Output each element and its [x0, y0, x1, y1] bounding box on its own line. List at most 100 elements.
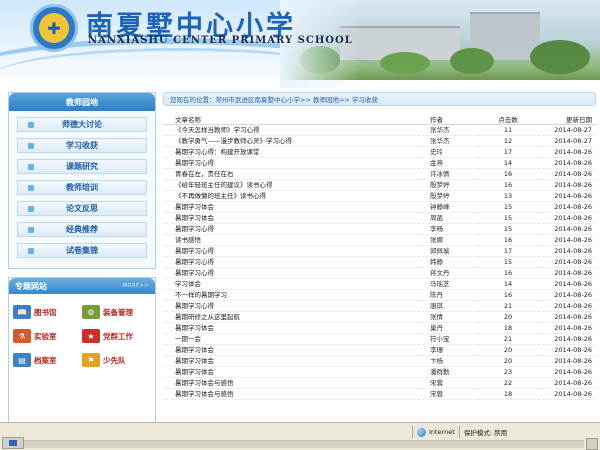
link-archive[interactable]: ▤ 档案室 [13, 352, 82, 368]
article-date: 2014-08-26 [538, 157, 596, 169]
table-row[interactable]: 《今天怎样当教师》学习心得 张华杰 11 2014-08-27 [163, 124, 596, 136]
article-views: 16 [478, 267, 538, 279]
table-row[interactable]: 暑期学习体会 钟静峰 15 2014-08-26 [163, 201, 596, 213]
sidebar-item-classics[interactable]: 经典推荐 [17, 222, 147, 237]
table-row[interactable]: 暑期学习体会与感悟 宋蓉 18 2014-08-26 [163, 388, 596, 400]
article-title[interactable]: 《不再做懒的班主任》读书心得 [163, 190, 418, 202]
article-title[interactable]: 暑期学习体会 [163, 212, 418, 224]
article-table: 文章名称 作者 点击数 更新日期 《今天怎样当教师》学习心得 张华杰 11 2014-… [163, 114, 596, 400]
table-row[interactable]: 《教学勇气——漫步教师心灵》学习心得 张华杰 12 2014-08-27 [163, 135, 596, 147]
link-pioneers[interactable]: ⚑ 少先队 [82, 352, 151, 368]
article-date: 2014-08-26 [538, 300, 596, 312]
sidebar-item-training[interactable]: 教师培训 [17, 180, 147, 195]
more-link[interactable]: MORE>> [123, 283, 149, 289]
table-row[interactable]: 暑期学习心得 蒋文丹 16 2014-08-26 [163, 267, 596, 279]
sidebar-item-ethics-discussion[interactable]: 师德大讨论 [17, 117, 147, 132]
column-header-title: 文章名称 [163, 114, 418, 125]
article-views: 16 [478, 234, 538, 246]
article-title[interactable]: 读书感悟 [163, 234, 418, 246]
table-row[interactable]: 暑期学习体会与感悟 宋蓉 22 2014-08-26 [163, 377, 596, 389]
article-author: 张倩 [418, 311, 478, 323]
article-author: 周菡 [418, 212, 478, 224]
sidebar-item-label: 课题研究 [66, 162, 98, 171]
article-title[interactable]: 暑期学习体会 [163, 366, 418, 378]
table-row[interactable]: 暑期研修之从这里起航 张倩 20 2014-08-26 [163, 311, 596, 323]
table-row[interactable]: 读书感悟 张娜 16 2014-08-26 [163, 234, 596, 246]
article-author: 张华杰 [418, 135, 478, 147]
article-title[interactable]: 学习体会 [163, 278, 418, 290]
article-title[interactable]: 青春在左，责任在右 [163, 168, 418, 180]
sidebar-item-label: 经典推荐 [66, 225, 98, 234]
table-row[interactable]: 暑期学习心得 唐琪 21 2014-08-26 [163, 300, 596, 312]
article-views: 18 [478, 322, 538, 334]
table-row[interactable]: 暑期学习心得 郭佩瑜 17 2014-08-26 [163, 245, 596, 257]
table-row[interactable]: 不一样的暑期学习 陈丹 16 2014-08-26 [163, 289, 596, 301]
table-row[interactable]: 暑期学习心得 李畅 15 2014-08-26 [163, 223, 596, 235]
lab-icon: ⚗ [13, 329, 31, 343]
sidebar-item-label: 教师培训 [66, 183, 98, 192]
table-row[interactable]: 暑期学习体会 潘群勤 23 2014-08-26 [163, 366, 596, 378]
article-views: 16 [478, 289, 538, 301]
article-title[interactable]: 暑期学习心得 [163, 256, 418, 268]
sidebar-item-exams[interactable]: 试卷集锦 [17, 243, 147, 258]
link-label: 图书馆 [34, 307, 57, 317]
article-title[interactable]: 暑期学习体会 [163, 344, 418, 356]
link-library[interactable]: 📖 图书馆 [13, 304, 82, 320]
special-sites-header: 专题网站 MORE>> [9, 278, 155, 294]
table-row[interactable]: 《给年轻班主任的建议》读书心得 殷梦婷 16 2014-08-26 [163, 179, 596, 191]
table-row[interactable]: 暑期学习心得：构建开放课堂 史玲 17 2014-08-26 [163, 146, 596, 158]
browser-page: ✚ 南夏墅中心小学 NANXIASHU CENTER PRIMARY SCHOO… [0, 0, 600, 450]
article-title[interactable]: 暑期学习心得 [163, 245, 418, 257]
article-title[interactable]: 暑期学习心得 [163, 300, 418, 312]
table-row[interactable]: 学习体会 马瑶芝 14 2014-08-26 [163, 278, 596, 290]
link-lab[interactable]: ⚗ 实验室 [13, 328, 82, 344]
sidebar-item-papers[interactable]: 论文反思 [17, 201, 147, 216]
sidebar-item-learning-gains[interactable]: 学习收获 [17, 138, 147, 153]
article-title[interactable]: 暑期学习心得 [163, 267, 418, 279]
table-row[interactable]: 暑期学习体会 卞杨 20 2014-08-26 [163, 355, 596, 367]
article-title[interactable]: 暑期学习心得 [163, 157, 418, 169]
article-date: 2014-08-26 [538, 168, 596, 180]
horizontal-scrollbar[interactable] [24, 440, 584, 448]
article-title[interactable]: 暑期研修之从这里起航 [163, 311, 418, 323]
article-title[interactable]: 《今天怎样当教师》学习心得 [163, 124, 418, 136]
article-title[interactable]: 暑期学习体会 [163, 322, 418, 334]
table-row[interactable]: 暑期学习心得 韩静 15 2014-08-26 [163, 256, 596, 268]
article-title[interactable]: 暑期学习心得：构建开放课堂 [163, 146, 418, 158]
article-rows: 《今天怎样当教师》学习心得 张华杰 11 2014-08-27 《教学勇气——漫步教师心… [163, 124, 596, 400]
sidebar-item-research[interactable]: 课题研究 [17, 159, 147, 174]
article-title[interactable]: 暑期学习心得 [163, 223, 418, 235]
article-title[interactable]: 暑期学习体会与感悟 [163, 377, 418, 389]
article-title[interactable]: 暑期学习体会与感悟 [163, 388, 418, 400]
table-row[interactable]: 暑期学习体会 周菡 15 2014-08-26 [163, 212, 596, 224]
article-date: 2014-08-26 [538, 201, 596, 213]
table-row[interactable]: 暑期学习体会 巢丹 18 2014-08-26 [163, 322, 596, 334]
article-title[interactable]: 暑期学习体会 [163, 201, 418, 213]
article-title[interactable]: 一期一会 [163, 333, 418, 345]
table-row[interactable]: 暑期学习心得 金燕 14 2014-08-26 [163, 157, 596, 169]
bullet-icon [28, 185, 34, 191]
article-views: 16 [478, 168, 538, 180]
table-row[interactable]: 一期一会 符小宝 21 2014-08-26 [163, 333, 596, 345]
breadcrumb[interactable]: 您现在的位置：常州市武进区南夏墅中心小学>> 教师园地>> 学习收获 [163, 92, 596, 106]
status-cells: Internet 保护模式: 禁用 [408, 425, 507, 439]
article-views: 15 [478, 212, 538, 224]
table-row[interactable]: 青春在左，责任在右 许冰倩 16 2014-08-26 [163, 168, 596, 180]
sidebar-item-label: 论文反思 [66, 204, 98, 213]
table-row[interactable]: 暑期学习体会 李珊 20 2014-08-26 [163, 344, 596, 356]
window-icon[interactable] [2, 437, 24, 449]
article-author: 金燕 [418, 157, 478, 169]
article-title[interactable]: 暑期学习体会 [163, 355, 418, 367]
protected-mode-label[interactable]: 保护模式: 禁用 [464, 427, 507, 437]
link-equipment[interactable]: ⚙ 装备管理 [82, 304, 151, 320]
link-party[interactable]: ★ 党群工作 [82, 328, 151, 344]
special-sites-grid: 📖 图书馆 ⚙ 装备管理 ⚗ 实验室 ★ 党群工作 ▤ 档案室 ⚑ 少先队 [9, 294, 155, 368]
article-title[interactable]: 《教学勇气——漫步教师心灵》学习心得 [163, 135, 418, 147]
article-title[interactable]: 《给年轻班主任的建议》读书心得 [163, 179, 418, 191]
article-author: 巢丹 [418, 322, 478, 334]
link-label: 档案室 [34, 355, 57, 365]
article-views: 17 [478, 146, 538, 158]
table-row[interactable]: 《不再做懒的班主任》读书心得 殷梦婷 13 2014-08-26 [163, 190, 596, 202]
article-title[interactable]: 不一样的暑期学习 [163, 289, 418, 301]
school-logo[interactable]: ✚ [30, 4, 78, 52]
